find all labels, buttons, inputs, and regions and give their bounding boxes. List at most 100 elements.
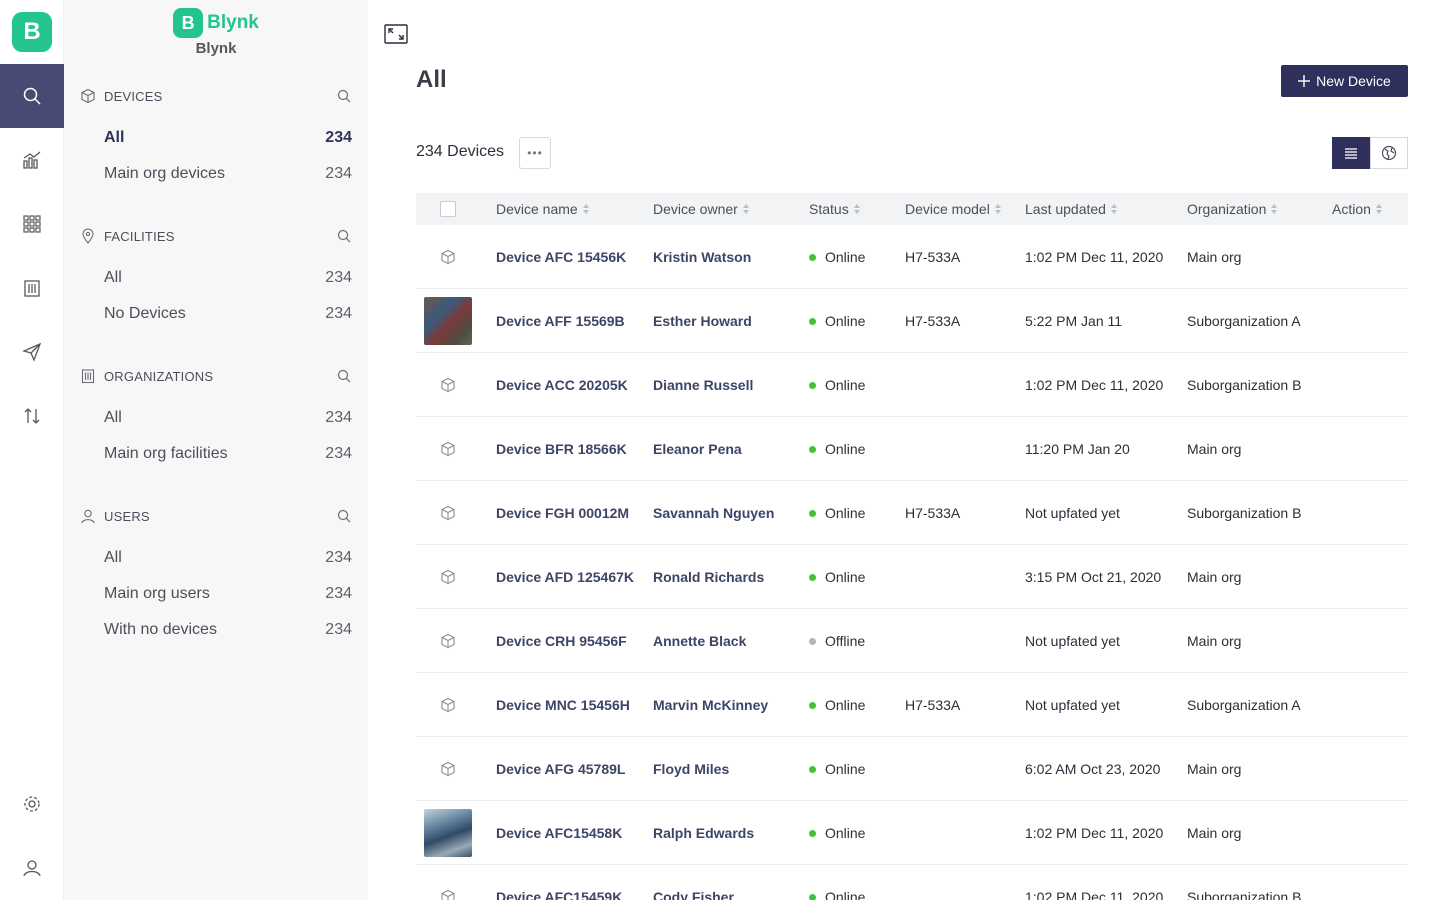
device-name-link[interactable]: Device FGH 00012M bbox=[496, 481, 629, 545]
status-cell: Online bbox=[809, 801, 865, 865]
device-name-link[interactable]: Device BFR 18566K bbox=[496, 417, 627, 481]
column-device-owner[interactable]: Device owner bbox=[653, 193, 750, 225]
device-owner-link[interactable]: Dianne Russell bbox=[653, 353, 753, 417]
sidebar-item-count: 234 bbox=[325, 165, 352, 182]
status-cell: Online bbox=[809, 353, 865, 417]
device-name-link[interactable]: Device ACC 20205K bbox=[496, 353, 628, 417]
sidebar-item-organizations-all[interactable]: All 234 bbox=[80, 400, 352, 436]
sidebar-item-users-all[interactable]: All 234 bbox=[80, 540, 352, 576]
users-section: USERS All 234 Main org users 234 With no d… bbox=[80, 506, 352, 648]
column-label: Last updated bbox=[1025, 201, 1106, 217]
device-owner-link[interactable]: Floyd Miles bbox=[653, 737, 729, 801]
send-nav-button[interactable] bbox=[0, 320, 64, 384]
sidebar: B Blynk Blynk DEVICES All 234 Main org de… bbox=[64, 0, 368, 900]
sidebar-item-devices-all[interactable]: All 234 bbox=[80, 120, 352, 156]
column-status[interactable]: Status bbox=[809, 193, 861, 225]
device-owner-link[interactable]: Annette Black bbox=[653, 609, 746, 673]
table-row[interactable]: Device AFF 15569B Esther Howard Online H7-5… bbox=[416, 289, 1408, 353]
send-icon bbox=[22, 342, 42, 362]
table-row[interactable]: Device MNC 15456H Marvin McKinney Online H7… bbox=[416, 673, 1408, 737]
device-name-link[interactable]: Device CRH 95456F bbox=[496, 609, 627, 673]
profile-nav-button[interactable] bbox=[0, 836, 64, 900]
device-owner-link[interactable]: Ronald Richards bbox=[653, 545, 764, 609]
sidebar-item-label: Main org devices bbox=[104, 165, 225, 182]
facilities-section: FACILITIES All 234 No Devices 234 bbox=[80, 226, 352, 332]
column-label: Action bbox=[1332, 201, 1371, 217]
device-owner-link[interactable]: Esther Howard bbox=[653, 289, 752, 353]
organization-text: Suborganization B bbox=[1187, 505, 1302, 521]
device-name-link[interactable]: Device AFG 45789L bbox=[496, 737, 625, 801]
cube-icon bbox=[441, 249, 455, 265]
sidebar-item-label: All bbox=[104, 129, 125, 146]
search-icon[interactable] bbox=[336, 228, 352, 244]
map-view-button[interactable] bbox=[1370, 137, 1408, 169]
device-name-link[interactable]: Device AFC15459K bbox=[496, 865, 622, 900]
list-view-button[interactable] bbox=[1332, 137, 1370, 169]
settings-nav-button[interactable] bbox=[0, 772, 64, 836]
new-device-button[interactable]: New Device bbox=[1281, 65, 1408, 97]
status-text: Online bbox=[825, 889, 866, 900]
more-options-button[interactable]: ••• bbox=[519, 137, 551, 169]
devices-section-title: DEVICES bbox=[104, 88, 163, 104]
status-dot bbox=[809, 445, 816, 453]
location-pin-icon bbox=[82, 228, 94, 244]
search-icon[interactable] bbox=[336, 88, 352, 104]
expand-icon[interactable] bbox=[384, 24, 408, 44]
column-organization[interactable]: Organization bbox=[1187, 193, 1278, 225]
select-all-checkbox[interactable] bbox=[440, 201, 456, 217]
sidebar-item-label: All bbox=[104, 409, 122, 426]
search-icon[interactable] bbox=[336, 368, 352, 384]
cube-icon bbox=[441, 761, 455, 777]
sidebar-item-no-devices[interactable]: No Devices 234 bbox=[80, 296, 352, 332]
sidebar-item-main-org-devices[interactable]: Main org devices 234 bbox=[80, 156, 352, 192]
sidebar-item-main-org-users[interactable]: Main org users 234 bbox=[80, 576, 352, 612]
table-row[interactable]: Device AFD 125467K Ronald Richards Online 3… bbox=[416, 545, 1408, 609]
device-name-link[interactable]: Device AFC15458K bbox=[496, 801, 622, 865]
sidebar-item-with-no-devices[interactable]: With no devices 234 bbox=[80, 612, 352, 648]
blynk-logo[interactable]: B bbox=[12, 12, 52, 52]
column-device-name[interactable]: Device name bbox=[496, 193, 590, 225]
status-text: Online bbox=[825, 313, 866, 329]
sort-icon bbox=[994, 204, 1002, 214]
organization-text: Suborganization A bbox=[1187, 313, 1301, 329]
device-image-cell bbox=[440, 609, 456, 673]
organizations-nav-button[interactable] bbox=[0, 256, 64, 320]
analytics-nav-button[interactable] bbox=[0, 128, 64, 192]
device-name-link[interactable]: Device AFD 125467K bbox=[496, 545, 634, 609]
table-row[interactable]: Device ACC 20205K Dianne Russell Online 1:0… bbox=[416, 353, 1408, 417]
device-owner-link[interactable]: Ralph Edwards bbox=[653, 801, 754, 865]
status-text: Online bbox=[825, 569, 866, 585]
device-owner-link[interactable]: Eleanor Pena bbox=[653, 417, 742, 481]
device-table-body: Device AFC 15456K Kristin Watson Online H7-… bbox=[416, 225, 1408, 900]
column-device-model[interactable]: Device model bbox=[905, 193, 1002, 225]
table-row[interactable]: Device CRH 95456F Annette Black Offline Not… bbox=[416, 609, 1408, 673]
device-model-text: H7-533A bbox=[905, 313, 961, 329]
table-row[interactable]: Device AFC15458K Ralph Edwards Online 1:02 … bbox=[416, 801, 1408, 865]
device-image-cell bbox=[424, 289, 472, 353]
brand-logo[interactable]: B Blynk bbox=[173, 8, 259, 38]
column-action[interactable]: Action bbox=[1332, 193, 1383, 225]
apps-nav-button[interactable] bbox=[0, 192, 64, 256]
sidebar-item-count: 234 bbox=[325, 305, 352, 322]
device-owner-link[interactable]: Cody Fisher bbox=[653, 865, 734, 900]
device-name-link[interactable]: Device AFF 15569B bbox=[496, 289, 625, 353]
sidebar-item-facilities-all[interactable]: All 234 bbox=[80, 260, 352, 296]
sidebar-item-main-org-facilities[interactable]: Main org facilities 234 bbox=[80, 436, 352, 472]
table-row[interactable]: Device BFR 18566K Eleanor Pena Online 11:20… bbox=[416, 417, 1408, 481]
device-owner-link[interactable]: Savannah Nguyen bbox=[653, 481, 774, 545]
table-row[interactable]: Device FGH 00012M Savannah Nguyen Online H7… bbox=[416, 481, 1408, 545]
device-owner-link[interactable]: Marvin McKinney bbox=[653, 673, 768, 737]
settings-icon bbox=[24, 796, 40, 812]
device-name-link[interactable]: Device MNC 15456H bbox=[496, 673, 630, 737]
table-row[interactable]: Device AFG 45789L Floyd Miles Online 6:02 A… bbox=[416, 737, 1408, 801]
device-owner-link[interactable]: Kristin Watson bbox=[653, 225, 751, 289]
search-icon[interactable] bbox=[336, 508, 352, 524]
transfer-nav-button[interactable] bbox=[0, 384, 64, 448]
column-last-updated[interactable]: Last updated bbox=[1025, 193, 1118, 225]
table-row[interactable]: Device AFC 15456K Kristin Watson Online H7-… bbox=[416, 225, 1408, 289]
last-updated-text: 6:02 AM Oct 23, 2020 bbox=[1025, 761, 1161, 777]
sidebar-item-label: Main org users bbox=[104, 585, 210, 602]
device-name-link[interactable]: Device AFC 15456K bbox=[496, 225, 626, 289]
table-row[interactable]: Device AFC15459K Cody Fisher Online 1:02 PM… bbox=[416, 865, 1408, 900]
search-nav-button[interactable] bbox=[0, 64, 64, 128]
